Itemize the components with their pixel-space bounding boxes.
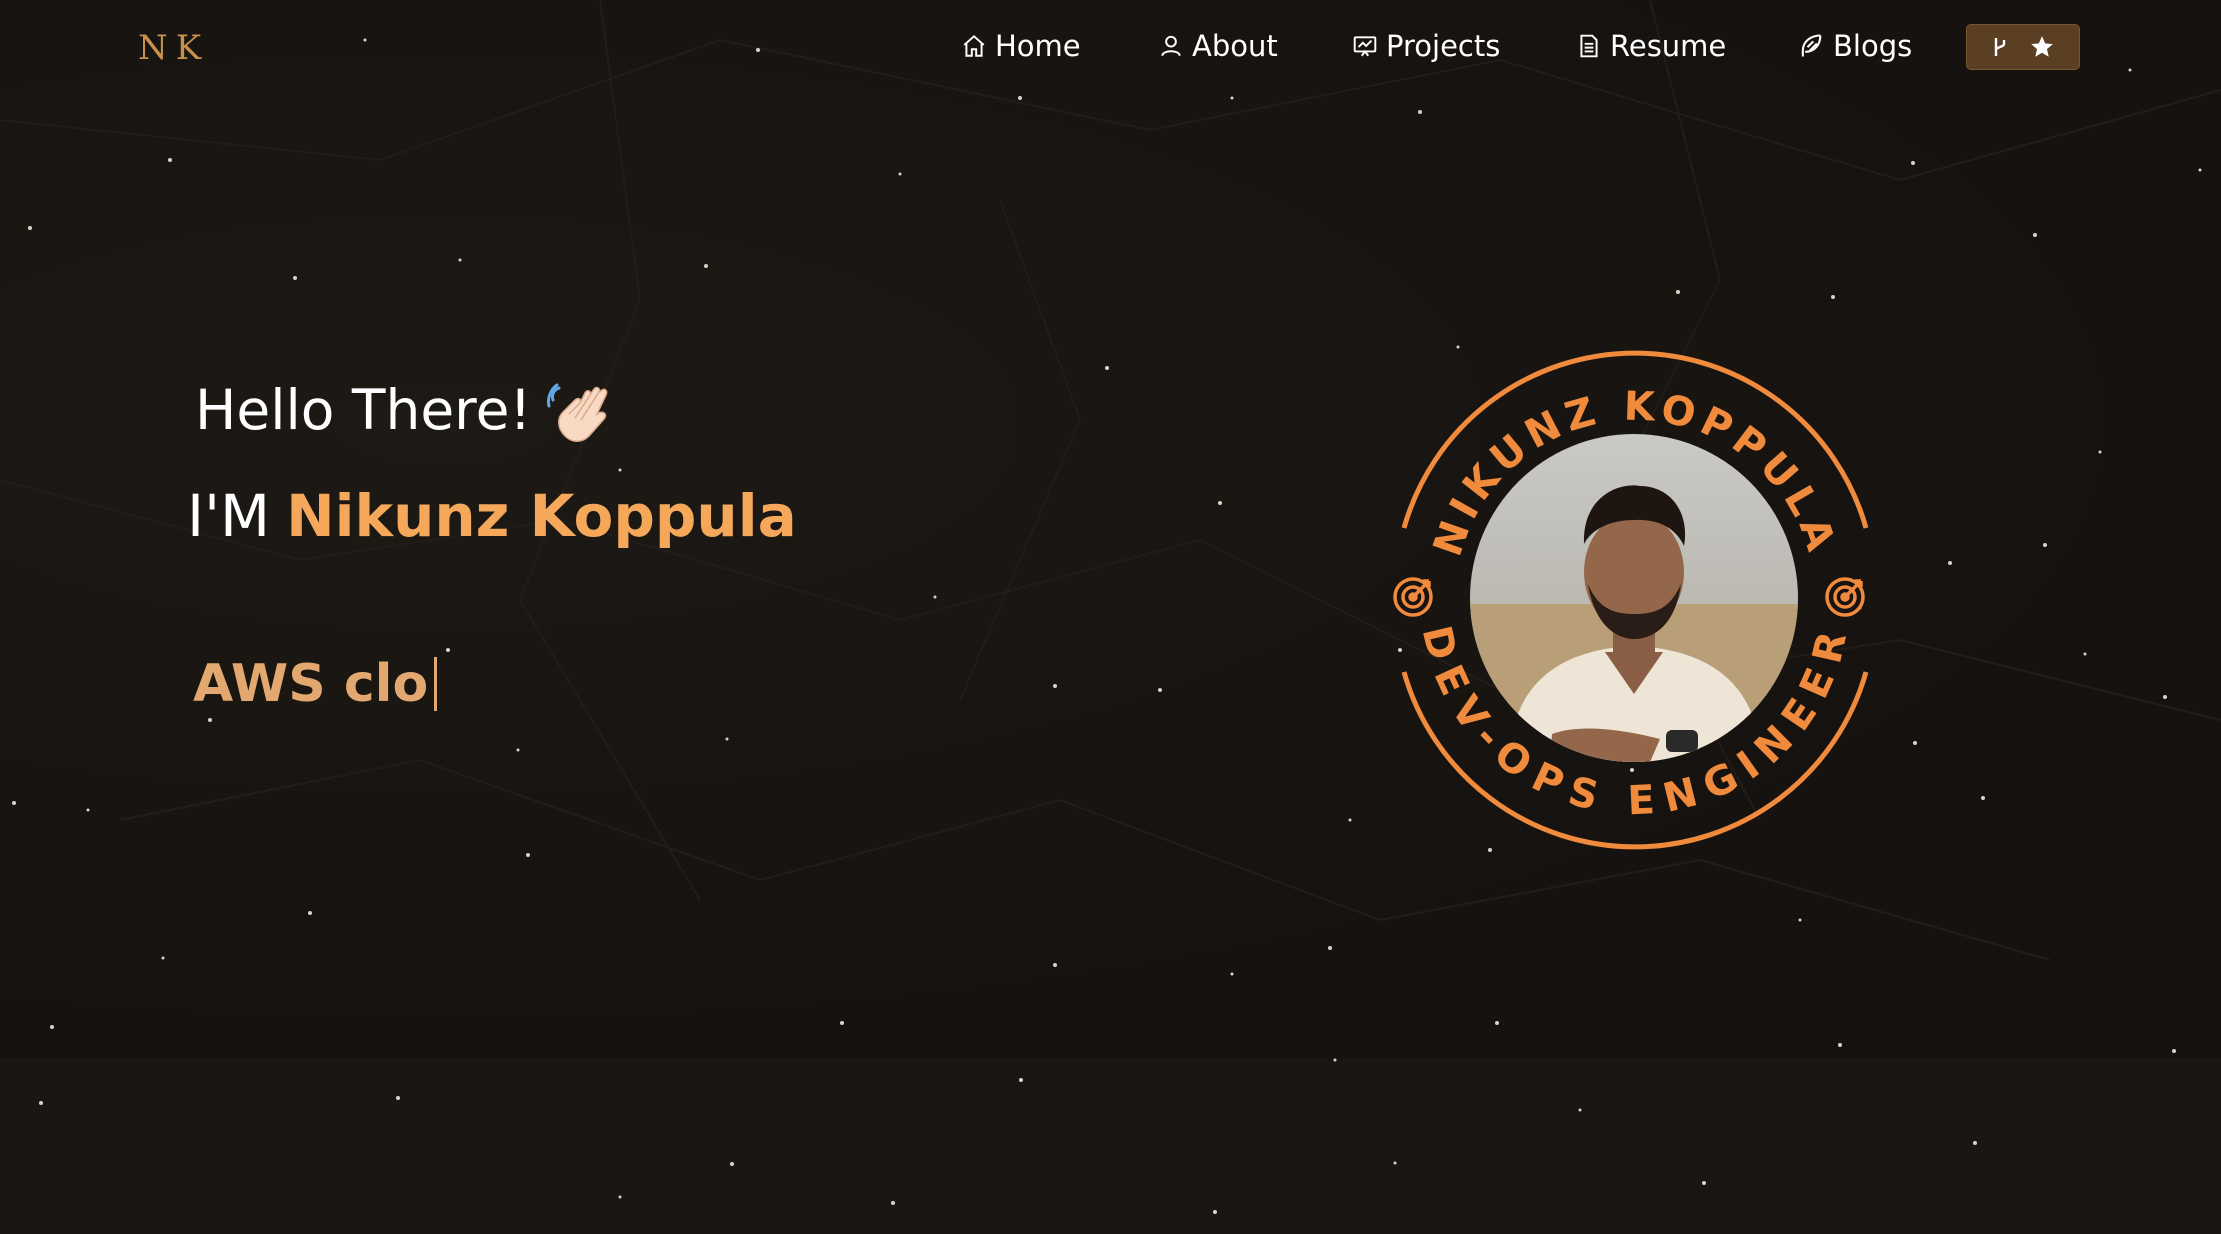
hero-name: Nikunz Koppula	[286, 482, 797, 550]
nav-item-label: Resume	[1610, 29, 1727, 63]
page: NK Home About Projects Resume Blogs Hell…	[0, 0, 2221, 1234]
hero-intro: I'M Nikunz Koppula	[187, 482, 797, 550]
nav-item-resume[interactable]: Resume	[1576, 24, 1726, 68]
presentation-icon	[1353, 36, 1377, 57]
star-icon	[2031, 36, 2053, 57]
badge-top-text: NIKUNZ KOPPULA	[1425, 384, 1845, 562]
typewriter-text: AWS clo	[193, 654, 438, 714]
navbar: NK Home About Projects Resume Blogs	[0, 0, 2221, 96]
nav-item-about[interactable]: About	[1158, 24, 1278, 68]
git-fork-icon	[1994, 38, 2006, 56]
text-cursor	[434, 657, 438, 711]
document-icon	[1580, 34, 1598, 58]
feather-icon	[1801, 34, 1822, 57]
nav-item-label: Projects	[1386, 29, 1501, 63]
home-icon	[963, 34, 985, 57]
nav-item-projects[interactable]: Projects	[1352, 24, 1500, 68]
target-icon	[1825, 577, 1865, 617]
profile-badge: NIKUNZ KOPPULA DEV-OPS ENGINEER	[1393, 350, 1869, 850]
nav-item-blogs[interactable]: Blogs	[1797, 24, 1912, 68]
typed-role: AWS clo	[193, 654, 429, 714]
nav-item-label: Home	[995, 29, 1081, 63]
site-logo[interactable]: NK	[138, 28, 209, 68]
user-icon	[1161, 35, 1181, 57]
nav-item-home[interactable]: Home	[961, 24, 1081, 68]
nav-item-label: Blogs	[1833, 29, 1913, 63]
hero-greeting: Hello There!	[195, 378, 532, 442]
nav-item-label: About	[1192, 29, 1278, 63]
badge-bottom-text: DEV-OPS ENGINEER	[1413, 622, 1858, 825]
target-icon	[1393, 577, 1433, 617]
waving-hand-icon	[547, 383, 608, 442]
intro-prefix: I'M	[187, 482, 271, 550]
github-fork-button[interactable]	[1966, 24, 2080, 70]
